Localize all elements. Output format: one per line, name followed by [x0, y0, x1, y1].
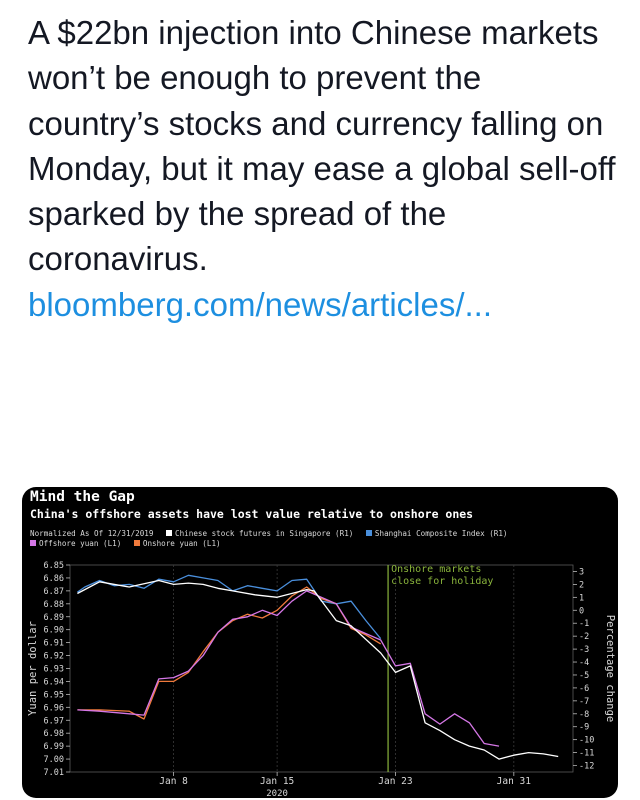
right-tick-label: -11 — [579, 749, 594, 759]
left-tick-label: 6.88 — [44, 600, 64, 610]
right-tick-label: -7 — [579, 697, 589, 707]
left-tick-label: 6.97 — [44, 716, 64, 726]
tweet-text: A $22bn injection into Chinese markets w… — [28, 10, 618, 327]
left-tick-label: 6.93 — [44, 665, 64, 675]
right-tick-label: -2 — [579, 632, 589, 642]
x-year-label: 2020 — [266, 789, 288, 798]
right-axis-title: Percentage change — [604, 615, 616, 722]
left-tick-label: 6.98 — [44, 729, 64, 739]
right-tick-label: -1 — [579, 619, 589, 629]
tweet-body: A $22bn injection into Chinese markets w… — [28, 14, 616, 278]
x-tick-label: Jan 15 — [260, 776, 294, 787]
left-tick-label: 6.89 — [44, 613, 64, 623]
series-line-futures — [77, 579, 559, 760]
chart-card: Mind the Gap China's offshore assets hav… — [22, 487, 618, 798]
left-tick-label: 6.95 — [44, 690, 64, 700]
left-tick-label: 6.99 — [44, 742, 64, 752]
holiday-annotation-line2: close for holiday — [391, 576, 493, 587]
right-tick-label: 2 — [579, 580, 584, 590]
left-tick-label: 6.94 — [44, 677, 64, 687]
left-tick-label: 6.92 — [44, 652, 64, 662]
left-tick-label: 6.87 — [44, 587, 64, 597]
right-tick-label: -12 — [579, 762, 594, 772]
article-link[interactable]: bloomberg.com/news/articles/... — [28, 286, 492, 323]
left-tick-label: 6.85 — [44, 561, 64, 571]
chart-plot: Jan 8 Jan 15 Jan 23 Jan 31 2020 6.85 6.86 6.87 6… — [27, 561, 616, 798]
x-tick-label: Jan 23 — [378, 776, 412, 787]
left-tick-label: 6.96 — [44, 703, 64, 713]
holiday-annotation-line1: Onshore markets — [391, 564, 481, 575]
x-tick-label: Jan 8 — [159, 776, 188, 787]
left-tick-label: 6.90 — [44, 626, 64, 636]
right-tick-label: -4 — [579, 658, 589, 668]
left-tick-label: 7.01 — [44, 768, 64, 778]
series-line-offshore-yuan — [77, 590, 500, 747]
right-tick-label: -3 — [579, 645, 589, 655]
right-tick-label: -5 — [579, 671, 589, 681]
plot-frame — [69, 564, 574, 773]
right-tick-label: -10 — [579, 736, 594, 746]
left-tick-label: 6.91 — [44, 639, 64, 649]
right-tick-label: 3 — [579, 567, 584, 577]
x-tick-label: Jan 31 — [497, 776, 532, 787]
left-tick-label: 7.00 — [44, 755, 64, 765]
right-tick-label: 1 — [579, 593, 584, 603]
right-tick-label: -8 — [579, 710, 589, 720]
series-line-onshore-yuan — [77, 586, 382, 720]
series-line-shanghai — [77, 574, 382, 640]
right-tick-label: -6 — [579, 684, 589, 694]
right-tick-label: -9 — [579, 723, 589, 733]
left-axis-title: Yuan per dollar — [27, 621, 39, 716]
left-tick-label: 6.86 — [44, 574, 64, 584]
right-tick-label: 0 — [579, 606, 584, 616]
